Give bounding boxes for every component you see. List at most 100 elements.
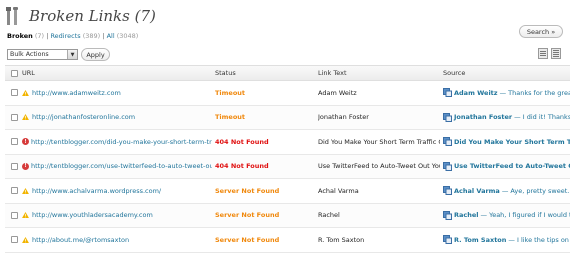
- row-checkbox[interactable]: [11, 89, 18, 96]
- table-row: ! http://tentblogger.com/did-you-make-yo…: [5, 130, 570, 155]
- table-row: http://www.youthladersacademy.com Server…: [5, 203, 570, 228]
- link-text: R. Tom Saxton: [318, 235, 365, 244]
- source-author[interactable]: Achal Varma: [454, 187, 500, 195]
- link-text-cell: Rachel: [318, 204, 440, 228]
- source-cell: R. Tom Saxton — I like the tips on h: [443, 228, 570, 252]
- link-url[interactable]: http://www.adamweitz.com: [32, 89, 121, 97]
- source-cell: Adam Weitz — Thanks for the great g: [443, 81, 570, 105]
- link-text: Achal Varma: [318, 186, 359, 195]
- link-url[interactable]: http://tentblogger.com/did-you-make-your…: [31, 138, 212, 146]
- list-view-icon[interactable]: [538, 48, 548, 59]
- table-row: http://jonathanfosteronline.com Timeout …: [5, 105, 570, 130]
- status-cell: Server Not Found: [215, 228, 310, 252]
- source-cell: Did You Make Your Short Term Traffic Go: [443, 130, 570, 154]
- source-cell: Jonathan Foster — I did it! Thanks so: [443, 106, 570, 130]
- error-icon: !: [22, 162, 29, 170]
- source-author[interactable]: Did You Make Your Short Term Traffic Go: [454, 138, 570, 146]
- warning-icon: [22, 212, 29, 219]
- comment-icon: [443, 235, 452, 245]
- link-text-cell: Achal Varma: [318, 179, 440, 203]
- status-text[interactable]: 404 Not Found: [215, 138, 269, 146]
- comment-icon: [443, 186, 452, 196]
- table-row: http://www.achalvarma.wordpress.com/ Ser…: [5, 179, 570, 204]
- warning-icon: [22, 114, 29, 121]
- chevron-down-icon: ▼: [67, 50, 77, 59]
- url-cell: http://www.youthladersacademy.com: [22, 204, 212, 228]
- link-url[interactable]: http://jonathanfosteronline.com: [32, 113, 135, 121]
- status-cell: Timeout: [215, 81, 310, 105]
- source-excerpt: — Thanks for the great g: [499, 88, 570, 97]
- source-author[interactable]: Rachel: [454, 211, 479, 219]
- bulk-actions-select[interactable]: Bulk Actions ▼: [7, 49, 78, 60]
- table-body: http://www.adamweitz.com Timeout Adam We…: [5, 81, 570, 253]
- status-cell: 404 Not Found: [215, 155, 310, 179]
- filter-redirects[interactable]: Redirects: [50, 32, 80, 40]
- row-checkbox[interactable]: [11, 113, 18, 121]
- comment-icon: [443, 161, 452, 171]
- link-text: Rachel: [318, 211, 340, 220]
- row-checkbox[interactable]: [11, 211, 18, 219]
- search-button[interactable]: Search »: [519, 25, 563, 38]
- status-text[interactable]: 404 Not Found: [215, 162, 269, 170]
- link-text: Use TwitterFeed to Auto-Tweet Out Your: [318, 162, 440, 171]
- url-cell: http://www.adamweitz.com: [22, 81, 212, 105]
- source-excerpt: — I did it! Thanks so: [514, 113, 570, 122]
- link-text: Adam Weitz: [318, 88, 357, 97]
- source-excerpt: — Aye, pretty sweet. :D: [501, 186, 570, 195]
- column-status[interactable]: Status: [215, 66, 310, 80]
- column-source[interactable]: Source: [443, 66, 570, 80]
- status-text[interactable]: Timeout: [215, 113, 245, 121]
- apply-button[interactable]: Apply: [81, 48, 110, 61]
- warning-icon: [22, 236, 29, 243]
- comment-icon: [443, 210, 452, 220]
- status-text[interactable]: Server Not Found: [215, 187, 279, 195]
- link-url[interactable]: http://www.achalvarma.wordpress.com/: [32, 187, 161, 195]
- link-text-cell: Jonathan Foster: [318, 106, 440, 130]
- url-cell: http://jonathanfosteronline.com: [22, 106, 212, 130]
- error-icon: !: [22, 138, 29, 146]
- link-url[interactable]: http://tentblogger.com/use-twitterfeed-t…: [31, 162, 212, 170]
- comment-icon: [443, 88, 452, 98]
- excerpt-view-icon[interactable]: [551, 48, 561, 59]
- column-url[interactable]: URL: [22, 66, 212, 80]
- filter-all[interactable]: All: [107, 32, 115, 40]
- status-cell: Timeout: [215, 106, 310, 130]
- source-author[interactable]: R. Tom Saxton: [454, 236, 506, 244]
- source-cell: Rachel — Yeah, I figured if I would ta: [443, 204, 570, 228]
- row-checkbox[interactable]: [11, 162, 18, 170]
- links-table: URL Status Link Text Source http://www.a…: [5, 65, 570, 253]
- filter-all-count: (3048): [116, 32, 139, 40]
- source-excerpt: — I like the tips on h: [508, 235, 570, 244]
- column-link-text[interactable]: Link Text: [318, 66, 440, 80]
- status-filters: Broken (7) | Redirects (389) | All (3048…: [7, 32, 138, 40]
- url-cell: http://about.me/@rtomsaxton: [22, 228, 212, 252]
- row-checkbox[interactable]: [11, 236, 18, 243]
- filter-broken-count: (7): [34, 32, 45, 40]
- page-title: Broken Links (7): [29, 7, 156, 25]
- link-url[interactable]: http://about.me/@rtomsaxton: [32, 236, 129, 244]
- status-text[interactable]: Server Not Found: [215, 211, 279, 219]
- filter-broken[interactable]: Broken: [7, 32, 33, 40]
- source-author[interactable]: Adam Weitz: [454, 89, 498, 97]
- link-text: Did You Make Your Short Term Traffic Go: [318, 137, 440, 146]
- row-checkbox[interactable]: [11, 138, 18, 145]
- status-text[interactable]: Timeout: [215, 89, 245, 97]
- link-url[interactable]: http://www.youthladersacademy.com: [32, 211, 153, 219]
- source-author[interactable]: Use TwitterFeed to Auto-Tweet Out: [454, 162, 570, 170]
- source-author[interactable]: Jonathan Foster: [454, 113, 512, 121]
- warning-icon: [22, 187, 29, 194]
- url-cell: ! http://tentblogger.com/did-you-make-yo…: [22, 130, 212, 154]
- tools-logo-icon: [6, 7, 18, 25]
- warning-icon: [22, 89, 29, 96]
- table-row: ! http://tentblogger.com/use-twitterfeed…: [5, 154, 570, 179]
- bulk-actions-value: Bulk Actions: [10, 51, 49, 58]
- status-text[interactable]: Server Not Found: [215, 236, 279, 244]
- table-row: http://www.adamweitz.com Timeout Adam We…: [5, 81, 570, 106]
- row-checkbox[interactable]: [11, 187, 18, 194]
- select-all-checkbox[interactable]: [11, 70, 18, 77]
- source-cell: Use TwitterFeed to Auto-Tweet Out: [443, 155, 570, 179]
- status-cell: Server Not Found: [215, 204, 310, 228]
- filter-redirects-count: (389): [82, 32, 101, 40]
- page-header: Broken Links (7): [5, 5, 156, 27]
- table-row: http://about.me/@rtomsaxton Server Not F…: [5, 228, 570, 253]
